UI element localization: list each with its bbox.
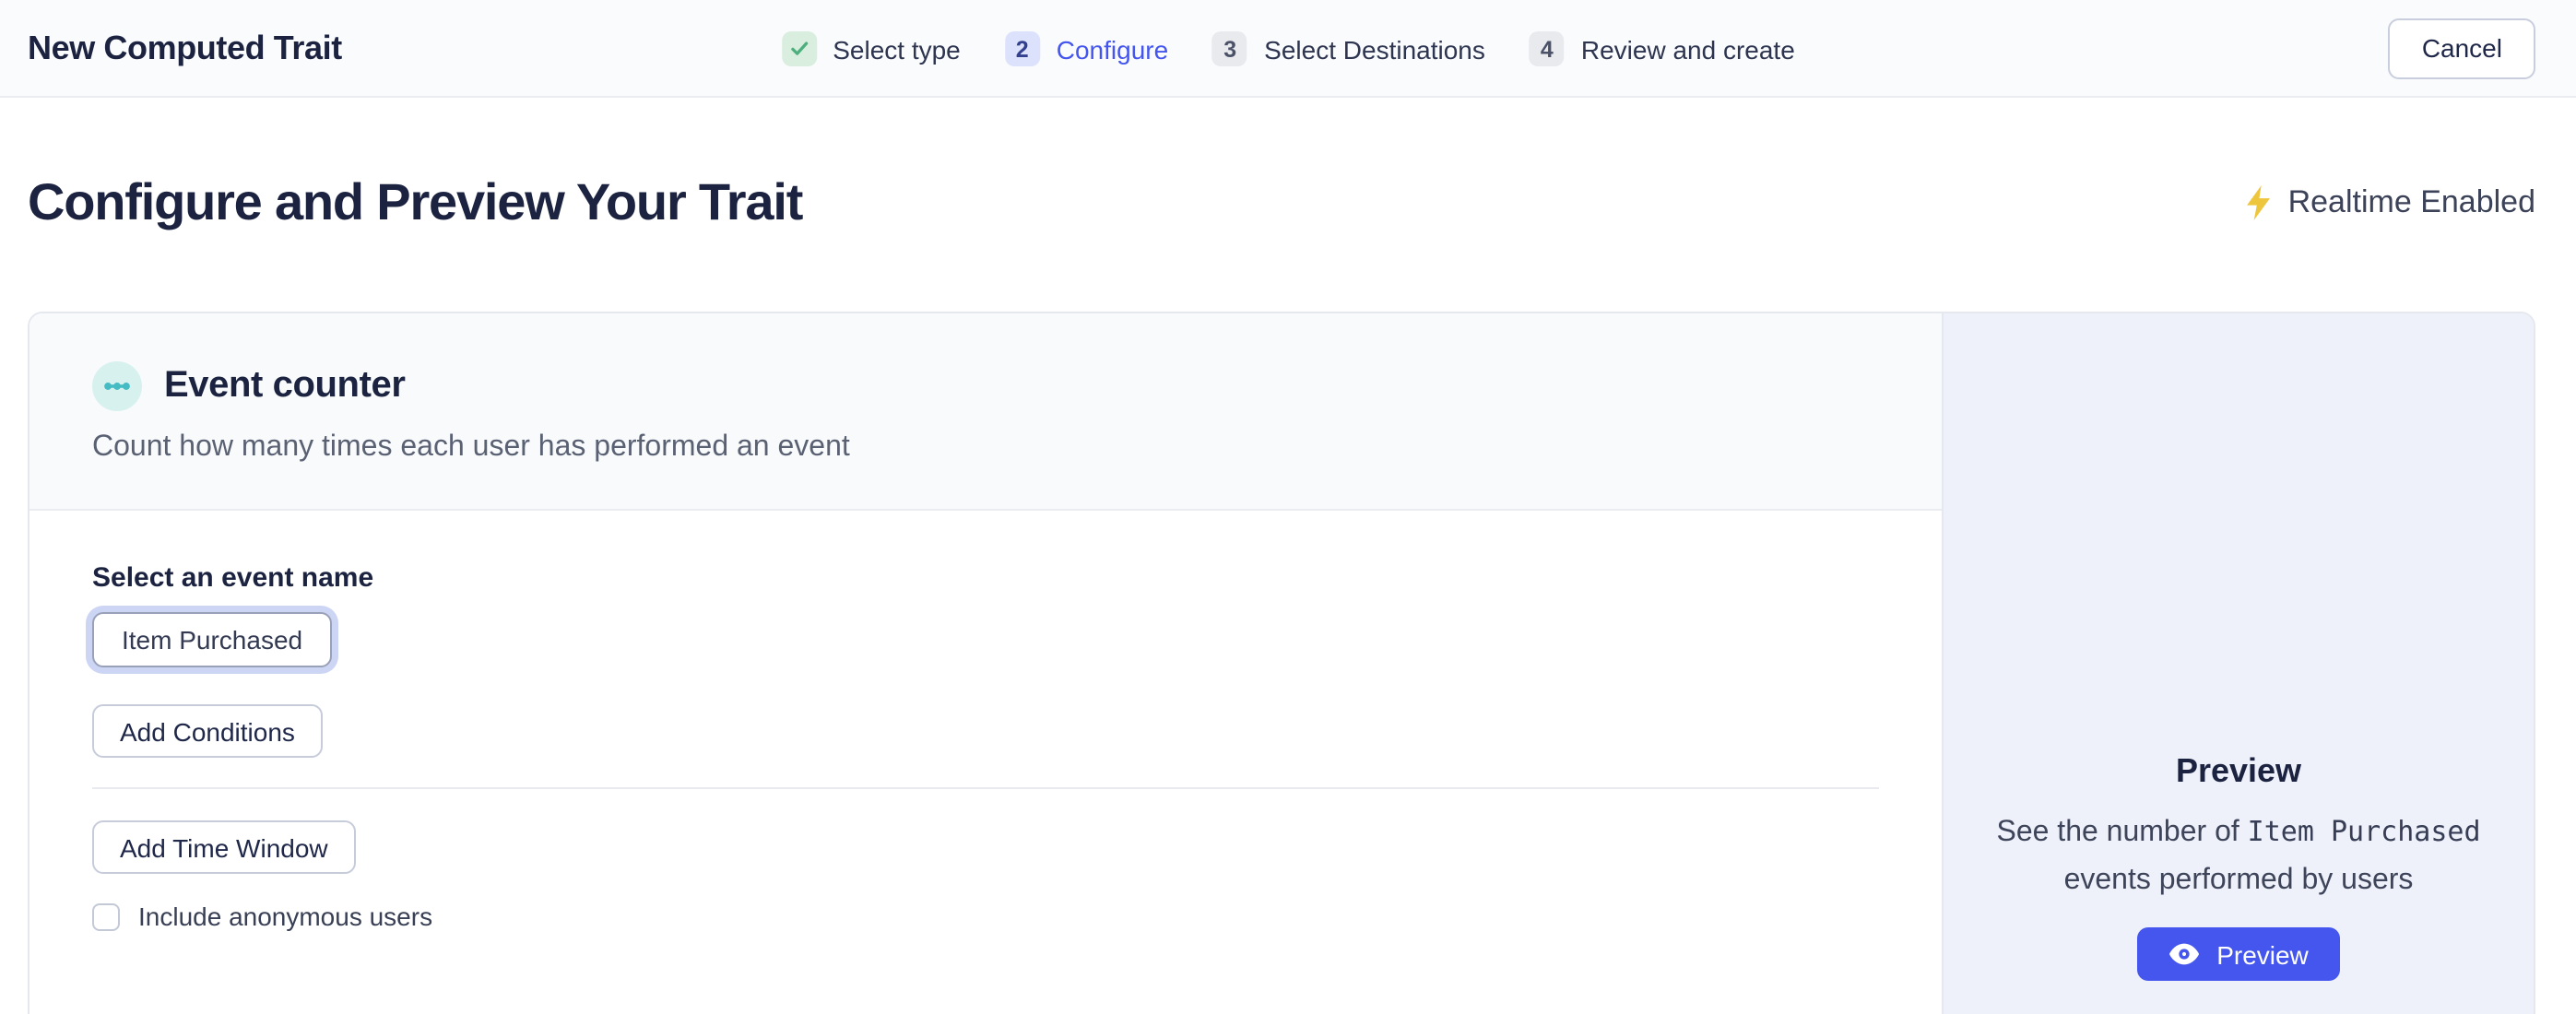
new-computed-trait-page: New Computed Trait Select type 2 Configu… bbox=[0, 0, 2576, 1014]
preview-description-prefix: See the number of bbox=[1996, 817, 2239, 848]
include-anonymous-label: Include anonymous users bbox=[138, 902, 432, 931]
step-number-badge: 4 bbox=[1530, 31, 1565, 66]
eye-icon bbox=[2168, 942, 2200, 966]
trait-card-body: Select an event name Item Purchased Add … bbox=[30, 511, 1942, 931]
step-configure[interactable]: 2 Configure bbox=[1005, 31, 1168, 66]
check-icon bbox=[788, 39, 809, 59]
step-number-badge: 3 bbox=[1212, 31, 1247, 66]
window-title: New Computed Trait bbox=[28, 29, 342, 67]
step-select-type[interactable]: Select type bbox=[781, 31, 961, 66]
cancel-button[interactable]: Cancel bbox=[2389, 18, 2535, 78]
event-name-label: Select an event name bbox=[92, 562, 1879, 594]
lightning-icon bbox=[2244, 184, 2274, 221]
realtime-label: Realtime Enabled bbox=[2288, 184, 2535, 221]
page-title: Configure and Preview Your Trait bbox=[28, 173, 802, 232]
preview-button[interactable]: Preview bbox=[2137, 927, 2340, 981]
trait-type-title: Event counter bbox=[164, 365, 406, 407]
anonymous-users-row: Include anonymous users bbox=[92, 902, 1879, 931]
event-name-select[interactable]: Item Purchased bbox=[92, 612, 332, 667]
step-review-create[interactable]: 4 Review and create bbox=[1530, 31, 1795, 66]
add-conditions-button[interactable]: Add Conditions bbox=[92, 704, 323, 758]
preview-panel: Preview See the number of Item Purchased… bbox=[1942, 313, 2534, 1014]
include-anonymous-checkbox[interactable] bbox=[92, 902, 120, 930]
preview-description: See the number of Item Purchased events … bbox=[1975, 808, 2502, 905]
page-heading-row: Configure and Preview Your Trait Realtim… bbox=[28, 171, 2535, 234]
add-time-window-button[interactable]: Add Time Window bbox=[92, 820, 356, 874]
preview-heading: Preview bbox=[1944, 749, 2534, 793]
preview-event-name: Item Purchased bbox=[2248, 815, 2481, 848]
step-label: Select type bbox=[833, 34, 961, 64]
trait-configuration-card: Event counter Count how many times each … bbox=[28, 312, 2535, 1014]
realtime-enabled-badge: Realtime Enabled bbox=[2244, 184, 2535, 221]
trait-card-main: Event counter Count how many times each … bbox=[30, 313, 1942, 1014]
step-label: Configure bbox=[1057, 34, 1168, 64]
trait-type-header: Event counter Count how many times each … bbox=[30, 313, 1942, 511]
step-number-badge: 2 bbox=[1005, 31, 1040, 66]
event-counter-icon bbox=[92, 361, 142, 411]
step-label: Review and create bbox=[1581, 34, 1795, 64]
preview-button-label: Preview bbox=[2216, 939, 2309, 969]
top-header-bar: New Computed Trait Select type 2 Configu… bbox=[0, 0, 2576, 98]
trait-type-description: Count how many times each user has perfo… bbox=[92, 431, 1942, 465]
step-done-badge bbox=[781, 31, 816, 66]
step-label: Select Destinations bbox=[1264, 34, 1485, 64]
preview-description-suffix: events performed by users bbox=[2064, 865, 2414, 896]
stepper: Select type 2 Configure 3 Select Destina… bbox=[781, 0, 1795, 98]
step-select-destinations[interactable]: 3 Select Destinations bbox=[1212, 31, 1485, 66]
